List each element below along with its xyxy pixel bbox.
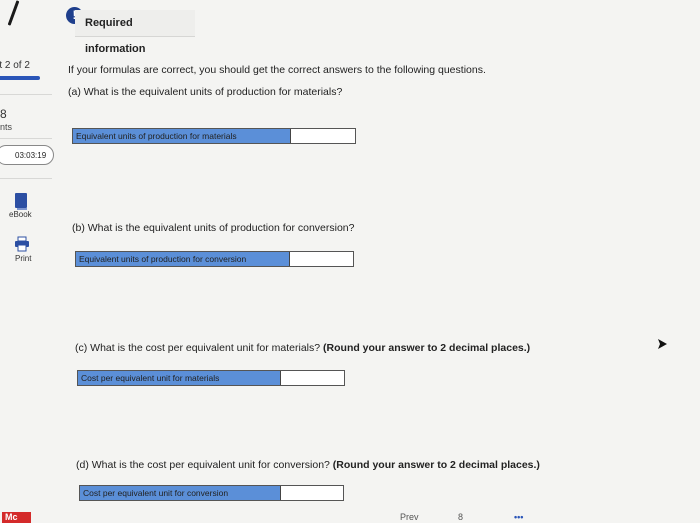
- print-label[interactable]: Print: [15, 254, 31, 263]
- answer-field-b-label: Equivalent units of production for conve…: [76, 252, 290, 266]
- answer-field-c-label: Cost per equivalent unit for materials: [78, 371, 281, 385]
- back-slash-mark: [7, 0, 20, 26]
- sidebar-divider: [0, 94, 52, 95]
- question-d-prompt: (d) What is the cost per equivalent unit…: [76, 459, 540, 471]
- question-c-prompt: (c) What is the cost per equivalent unit…: [75, 342, 531, 354]
- answer-input-c[interactable]: [281, 371, 344, 385]
- answer-input-a[interactable]: [291, 129, 355, 143]
- cursor-icon: [658, 339, 667, 349]
- sidebar-divider: [0, 178, 52, 179]
- answer-field-b: Equivalent units of production for conve…: [75, 251, 354, 267]
- answer-input-b[interactable]: [290, 252, 353, 266]
- prev-button[interactable]: Prev: [400, 512, 419, 522]
- required-information-header: Required information: [75, 10, 195, 55]
- brand-logo: Mc: [2, 512, 31, 523]
- print-icon: [15, 236, 29, 252]
- sidebar-divider: [0, 138, 52, 139]
- intro-text: If your formulas are correct, you should…: [68, 64, 486, 76]
- answer-field-d-label: Cost per equivalent unit for conversion: [80, 486, 281, 500]
- answer-field-c: Cost per equivalent unit for materials: [77, 370, 345, 386]
- part-progress-bar: [0, 76, 40, 80]
- question-b-prompt: (b) What is the equivalent units of prod…: [72, 222, 355, 234]
- answer-field-d: Cost per equivalent unit for conversion: [79, 485, 344, 501]
- timer-display: 03:03:19: [0, 145, 54, 165]
- more-icon[interactable]: •••: [514, 512, 523, 522]
- answer-input-d[interactable]: [281, 486, 343, 500]
- ebook-icon: [15, 193, 27, 210]
- answer-field-a: Equivalent units of production for mater…: [72, 128, 356, 144]
- answer-field-a-label: Equivalent units of production for mater…: [73, 129, 291, 143]
- points-value: 8: [0, 107, 7, 121]
- question-a-prompt: (a) What is the equivalent units of prod…: [68, 86, 343, 98]
- ebook-label[interactable]: eBook: [9, 210, 32, 219]
- points-label: ints: [0, 122, 13, 132]
- part-indicator: rt 2 of 2: [0, 60, 30, 71]
- page-indicator[interactable]: 8: [458, 512, 463, 522]
